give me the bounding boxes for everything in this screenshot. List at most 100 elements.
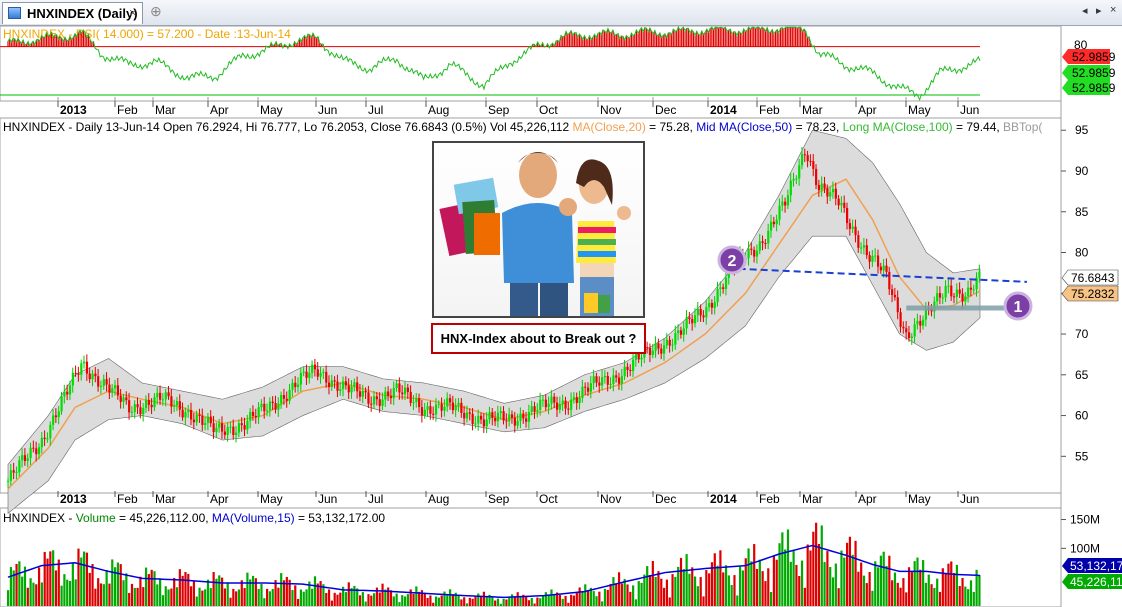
candle-body: [327, 382, 331, 388]
candle-body: [15, 472, 18, 474]
volume-bar: [952, 573, 956, 606]
candle-body: [463, 412, 466, 419]
month-label: May: [908, 492, 931, 506]
month-label: Apr: [210, 492, 229, 506]
candle-body: [23, 455, 27, 461]
candle-body: [108, 384, 111, 393]
volume-bar: [373, 593, 376, 606]
volume-bar: [60, 585, 63, 606]
month-label: Jun: [318, 492, 337, 506]
volume-bar: [699, 577, 702, 606]
candle-body: [40, 437, 43, 448]
month-label: 2014: [710, 103, 737, 117]
volume-bar: [63, 574, 66, 606]
candle-body: [851, 226, 854, 229]
candle-body: [235, 432, 238, 436]
volume-bar: [463, 597, 466, 606]
candle-body: [916, 320, 919, 325]
volume-bar: [232, 588, 235, 606]
volume-bar: [879, 555, 882, 606]
candle-body: [220, 423, 224, 432]
candle-body: [716, 289, 719, 303]
volume-bar: [603, 588, 607, 606]
volume-bar: [491, 596, 494, 606]
candle-body: [513, 417, 516, 426]
candle-body: [778, 205, 781, 220]
volume-bar: [395, 593, 398, 606]
volume-bar: [43, 551, 46, 606]
candle-body: [429, 406, 432, 414]
candle-body: [358, 391, 362, 397]
volume-bar: [325, 592, 328, 606]
volume-bar: [401, 595, 404, 606]
volume-bar: [609, 583, 612, 606]
month-label: Jun: [960, 492, 979, 506]
candle-body: [502, 411, 505, 421]
volume-bar: [651, 560, 654, 606]
volume-bar: [691, 567, 694, 606]
candle-body: [316, 369, 319, 377]
volume-bar: [192, 580, 196, 606]
volume-bar: [730, 585, 733, 606]
candle-body: [936, 293, 939, 302]
candle-body: [958, 289, 961, 294]
volume-axis-label: 150M: [1070, 513, 1100, 527]
candle-body: [913, 324, 916, 337]
volume-bar: [508, 597, 511, 606]
volume-bar: [54, 570, 58, 606]
volume-bar: [848, 536, 852, 606]
volume-bar: [251, 575, 255, 606]
candle-body: [874, 255, 877, 257]
candle-body: [209, 416, 212, 424]
volume-bar: [327, 589, 331, 606]
candle-body: [541, 399, 545, 401]
volume-bar: [226, 583, 229, 606]
candle-body: [792, 178, 795, 181]
volume-bar: [119, 564, 122, 606]
candle-body: [37, 447, 41, 455]
rsi-price-label: 52.9859: [1062, 80, 1116, 95]
volume-bar: [947, 563, 950, 606]
volume-bar: [91, 564, 94, 606]
volume-bar: [451, 594, 455, 606]
month-label: Apr: [210, 103, 229, 117]
candle-body: [592, 376, 595, 384]
month-label: Feb: [759, 492, 780, 506]
month-label: Nov: [600, 103, 621, 117]
volume-bar: [860, 562, 863, 606]
candle-body: [831, 188, 835, 193]
volume-bar: [896, 582, 899, 606]
candle-body: [153, 397, 156, 408]
candle-body: [826, 188, 829, 197]
candle-body: [440, 403, 443, 411]
month-label: Mar: [802, 492, 823, 506]
candle-body: [843, 202, 846, 208]
candle-body: [651, 350, 654, 355]
volume-bar: [581, 591, 584, 606]
volume-bar: [584, 584, 587, 606]
candle-body: [662, 345, 666, 354]
candle-body: [167, 392, 170, 397]
volume-bar: [35, 584, 38, 606]
candle-body: [339, 389, 342, 391]
candle-body: [871, 256, 874, 262]
candle-body: [626, 366, 629, 370]
candle-body: [747, 248, 750, 259]
candle-body: [615, 375, 618, 378]
candle-body: [617, 377, 621, 384]
volume-bar: [800, 560, 804, 606]
candle-body: [558, 403, 562, 410]
candle-body: [668, 339, 671, 346]
volume-bar: [190, 586, 193, 606]
volume-bar: [116, 562, 120, 606]
candle-body: [702, 315, 705, 318]
candle-body: [944, 285, 947, 298]
month-label: Dec: [655, 103, 676, 117]
marker-1[interactable]: 1: [1003, 291, 1033, 321]
marker-2[interactable]: 2: [717, 245, 747, 275]
candle-body: [251, 411, 255, 416]
volume-bar: [71, 563, 74, 606]
candle-body: [761, 241, 764, 244]
candle-body: [772, 221, 776, 225]
price-labels: 76.6843 75.2832: [1061, 269, 1119, 302]
